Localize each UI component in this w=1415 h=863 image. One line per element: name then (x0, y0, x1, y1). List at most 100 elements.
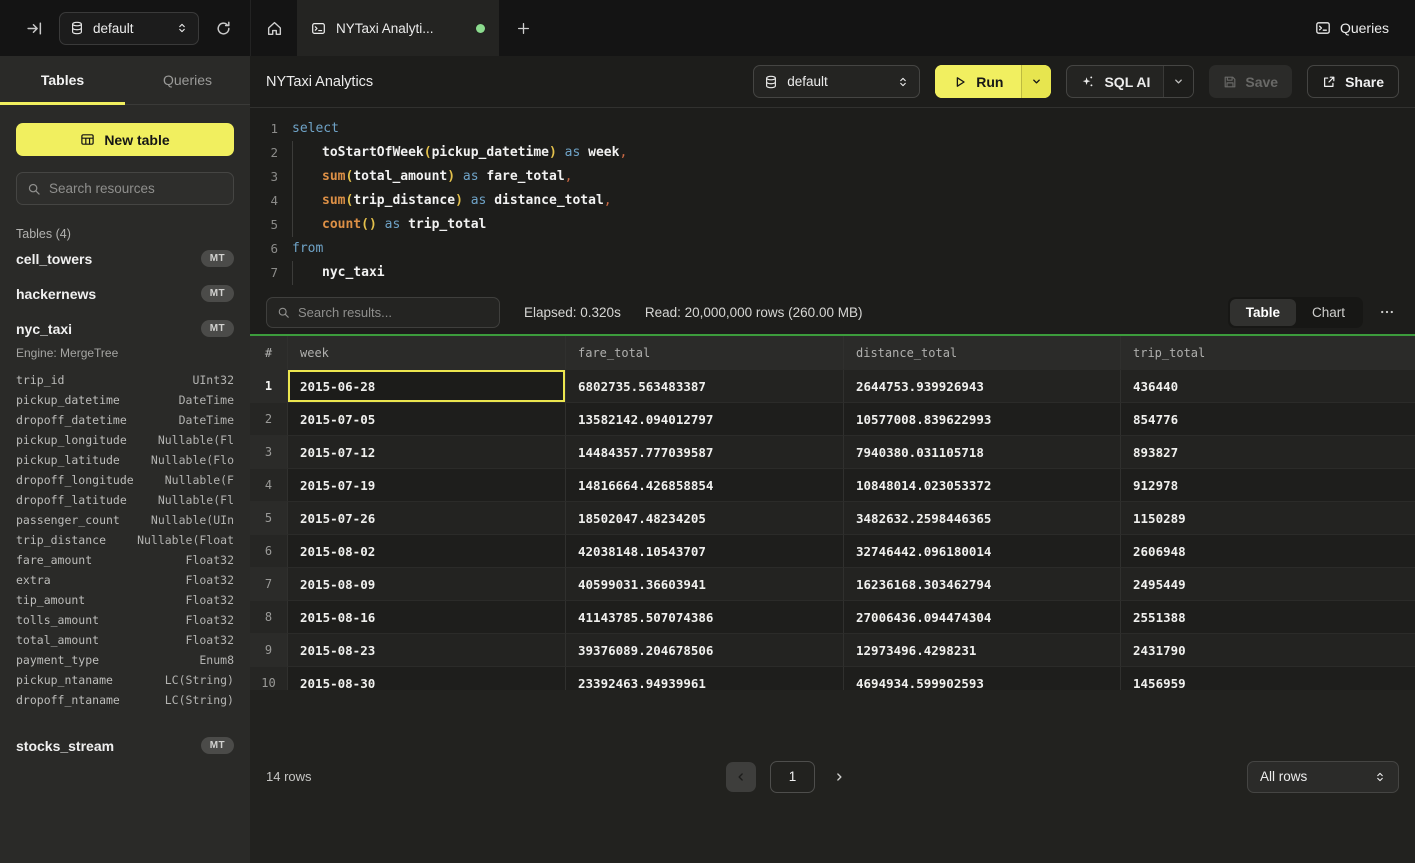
table-cell[interactable]: 912978 (1121, 469, 1415, 502)
table-cell[interactable]: 7940380.031105718 (844, 436, 1121, 469)
home-button[interactable] (250, 0, 297, 56)
table-cell[interactable]: 2015-07-19 (288, 469, 566, 502)
column-header-fare-total[interactable]: fare_total (566, 336, 844, 370)
results-table: # week fare_total distance_total trip_to… (250, 334, 1415, 690)
table-cell[interactable]: 2015-07-12 (288, 436, 566, 469)
table-cell[interactable]: 27006436.094474304 (844, 601, 1121, 634)
table-cell[interactable]: 32746442.096180014 (844, 535, 1121, 568)
run-label: Run (976, 74, 1003, 90)
sql-ai-button[interactable]: SQL AI (1066, 65, 1194, 98)
sidebar-item-cell-towers[interactable]: cell_towers MT (16, 241, 234, 276)
table-cell[interactable]: 2015-07-26 (288, 502, 566, 535)
collapse-sidebar-button[interactable] (22, 16, 47, 41)
new-tab-button[interactable] (499, 0, 547, 56)
sql-editor[interactable]: 1select2toStartOfWeek(pickup_datetime) a… (250, 108, 1415, 290)
view-toggle-chart[interactable]: Chart (1296, 299, 1361, 326)
table-cell[interactable]: 2606948 (1121, 535, 1415, 568)
line-number: 4 (250, 189, 278, 213)
table-name: stocks_stream (16, 738, 114, 754)
sidebar-item-hackernews[interactable]: hackernews MT (16, 276, 234, 311)
play-icon (953, 75, 967, 89)
sidebar-tab-tables[interactable]: Tables (0, 56, 125, 104)
unsaved-status-dot (476, 24, 485, 33)
table-cell[interactable]: 854776 (1121, 403, 1415, 436)
column-row: tolls_amountFloat32 (16, 610, 234, 630)
table-cell[interactable]: 2015-08-09 (288, 568, 566, 601)
chevrons-updown-icon (897, 76, 909, 88)
ellipsis-icon (1379, 304, 1395, 320)
top-bar: default NYTaxi Analyti.. (0, 0, 1415, 56)
page-number-button[interactable]: 1 (770, 761, 815, 793)
sidebar-tab-queries[interactable]: Queries (125, 56, 250, 104)
table-cell[interactable]: 10577008.839622993 (844, 403, 1121, 436)
queries-button[interactable]: Queries (1289, 0, 1415, 56)
table-cell[interactable]: 2495449 (1121, 568, 1415, 601)
table-cell[interactable]: 2015-08-02 (288, 535, 566, 568)
column-row: pickup_latitudeNullable(Flo (16, 450, 234, 470)
table-cell[interactable]: 2644753.939926943 (844, 370, 1121, 403)
tab-nytaxi-analytics[interactable]: NYTaxi Analyti... (297, 0, 499, 56)
table-cell[interactable]: 40599031.36603941 (566, 568, 844, 601)
next-page-button[interactable] (829, 767, 849, 787)
sidebar-item-stocks-stream[interactable]: stocks_stream MT (16, 728, 234, 763)
table-cell[interactable]: 4694934.599902593 (844, 667, 1121, 690)
run-button[interactable]: Run (935, 65, 1051, 98)
table-cell[interactable]: 1150289 (1121, 502, 1415, 535)
collapse-sidebar-icon (26, 20, 43, 37)
table-cell[interactable]: 2015-08-16 (288, 601, 566, 634)
table-cell[interactable]: 2015-06-28 (288, 370, 566, 403)
table-cell[interactable]: 42038148.10543707 (566, 535, 844, 568)
column-header-distance-total[interactable]: distance_total (844, 336, 1121, 370)
table-cell[interactable]: 14816664.426858854 (566, 469, 844, 502)
table-cell[interactable]: 3482632.2598446365 (844, 502, 1121, 535)
refresh-button[interactable] (211, 16, 236, 41)
column-row: pickup_longitudeNullable(Fl (16, 430, 234, 450)
table-cell[interactable]: 2015-08-23 (288, 634, 566, 667)
page-size-selector[interactable]: All rows (1247, 761, 1399, 793)
sidebar-search-input[interactable] (49, 181, 223, 196)
editor-line: 3sum(total_amount) as fare_total, (250, 165, 1415, 189)
table-cell[interactable]: 2431790 (1121, 634, 1415, 667)
column-row: dropoff_ntanameLC(String) (16, 690, 234, 710)
table-cell[interactable]: 18502047.48234205 (566, 502, 844, 535)
table-cell[interactable]: 16236168.303462794 (844, 568, 1121, 601)
table-cell[interactable]: 6802735.563483387 (566, 370, 844, 403)
table-name: cell_towers (16, 251, 92, 267)
results-search-input[interactable] (298, 305, 489, 320)
table-cell[interactable]: 2015-07-05 (288, 403, 566, 436)
table-cell[interactable]: 436440 (1121, 370, 1415, 403)
table-cell[interactable]: 10848014.023053372 (844, 469, 1121, 502)
toolbar-database-selector[interactable]: default (753, 65, 920, 98)
table-cell[interactable]: 12973496.4298231 (844, 634, 1121, 667)
run-options-caret[interactable] (1021, 65, 1051, 98)
view-toggle-table[interactable]: Table (1230, 299, 1296, 326)
save-icon (1223, 75, 1237, 89)
table-row: 22015-07-0513582142.09401279710577008.83… (250, 403, 1415, 436)
sidebar-item-nyc-taxi[interactable]: nyc_taxi MT (16, 311, 234, 346)
results-menu-button[interactable] (1375, 300, 1399, 324)
row-number: 6 (250, 535, 288, 568)
column-header-trip-total[interactable]: trip_total (1121, 336, 1415, 370)
sql-ai-caret[interactable] (1163, 66, 1193, 97)
save-button[interactable]: Save (1209, 65, 1292, 98)
table-cell[interactable]: 893827 (1121, 436, 1415, 469)
editor-line: 1select (250, 117, 1415, 141)
table-cell[interactable]: 13582142.094012797 (566, 403, 844, 436)
new-table-button[interactable]: New table (16, 123, 234, 156)
column-row: extraFloat32 (16, 570, 234, 590)
table-cell[interactable]: 41143785.507074386 (566, 601, 844, 634)
column-row: dropoff_longitudeNullable(F (16, 470, 234, 490)
table-cell[interactable]: 39376089.204678506 (566, 634, 844, 667)
line-number: 5 (250, 213, 278, 237)
previous-page-button[interactable] (726, 762, 756, 792)
topbar-database-selector[interactable]: default (59, 12, 199, 45)
table-cell[interactable]: 2015-08-30 (288, 667, 566, 690)
column-header-week[interactable]: week (288, 336, 566, 370)
table-cell[interactable]: 1456959 (1121, 667, 1415, 690)
table-cell[interactable]: 14484357.777039587 (566, 436, 844, 469)
table-row: 42015-07-1914816664.42685885410848014.02… (250, 469, 1415, 502)
table-cell[interactable]: 23392463.94939961 (566, 667, 844, 690)
table-cell[interactable]: 2551388 (1121, 601, 1415, 634)
share-button[interactable]: Share (1307, 65, 1399, 98)
new-table-label: New table (104, 132, 169, 148)
